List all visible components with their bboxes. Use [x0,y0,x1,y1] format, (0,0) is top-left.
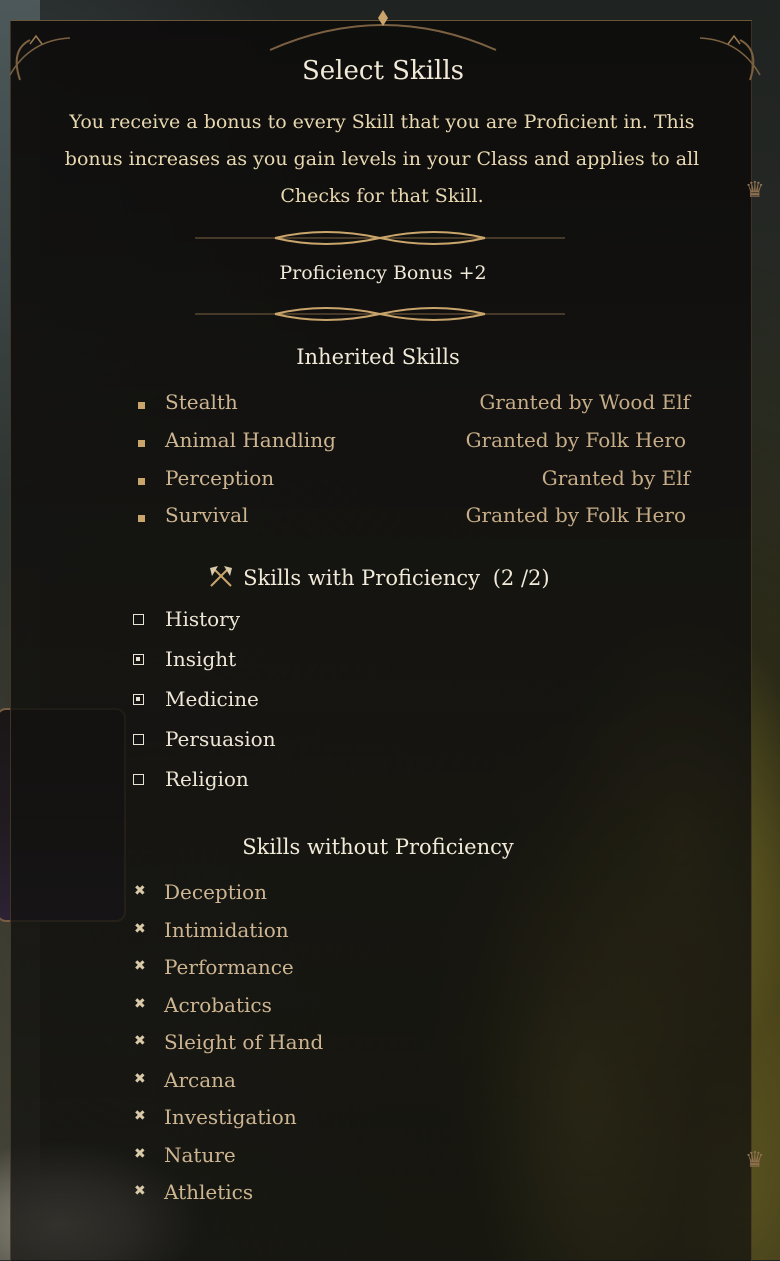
x-mark-icon: ✖ [134,996,146,1012]
proficient-skills-heading: Skills with Proficiency (2 /2) [0,564,756,590]
x-mark-icon: ✖ [134,958,146,974]
checkbox-empty-icon[interactable] [133,734,144,745]
x-mark-icon: ✖ [134,1033,146,1049]
inherited-skills-heading: Inherited Skills [296,345,460,369]
inherited-skill-row: Stealth Granted by Wood Elf [130,390,690,420]
x-mark-icon: ✖ [134,1183,146,1199]
x-mark-icon: ✖ [134,921,146,937]
skill-name: Stealth [165,390,238,414]
x-mark-icon: ✖ [134,1108,146,1124]
non-proficient-skill: ✖ Athletics [130,1180,690,1210]
skill-name: Investigation [164,1105,297,1129]
non-proficient-skill: ✖ Performance [130,955,690,985]
proficiency-bonus: Proficiency Bonus +2 [279,262,487,284]
proficient-count: (2 /2) [492,566,550,590]
inherited-skill-row: Animal Handling Granted by Folk Hero [130,428,690,458]
checkbox-checked-icon[interactable] [133,654,144,665]
skill-name: Performance [164,955,294,979]
non-proficient-skill: ✖ Investigation [130,1105,690,1135]
skill-source: Granted by Elf [541,466,690,490]
x-mark-icon: ✖ [134,1146,146,1162]
proficient-heading-text: Skills with Proficiency [243,566,481,590]
x-mark-icon: ✖ [134,883,146,899]
non-proficient-skills-heading: Skills without Proficiency [242,835,514,859]
skill-name: Insight [165,647,237,671]
checkbox-empty-icon[interactable] [133,614,144,625]
non-proficient-skill: ✖ Sleight of Hand [130,1030,690,1060]
bullet-icon [138,402,145,409]
proficiency-option[interactable]: Persuasion [130,727,690,757]
skill-name: Medicine [165,687,259,711]
skill-name: Nature [164,1143,236,1167]
x-mark-icon: ✖ [134,1071,146,1087]
skill-name: History [165,607,241,631]
non-proficient-skill: ✖ Arcana [130,1068,690,1098]
inherited-skill-row: Survival Granted by Folk Hero [130,503,690,533]
skill-name: Persuasion [165,727,276,751]
skill-name: Survival [165,503,249,527]
checkbox-empty-icon[interactable] [133,774,144,785]
bullet-icon [138,515,145,522]
bullet-icon [138,478,145,485]
skill-source: Granted by Wood Elf [479,390,690,414]
non-proficient-skill: ✖ Acrobatics [130,993,690,1023]
frame-gem-icon [378,10,388,26]
skill-name: Deception [164,880,268,904]
skill-name: Perception [165,466,275,490]
inherited-skill-row: Perception Granted by Elf [130,466,690,496]
non-proficient-skill: ✖ Intimidation [130,918,690,948]
crown-icon: ♛ [745,1148,765,1173]
proficiency-option[interactable]: Insight [130,647,690,677]
proficiency-option[interactable]: Medicine [130,687,690,717]
skill-name: Acrobatics [164,993,272,1017]
checkbox-checked-icon[interactable] [133,694,144,705]
skills-description: You receive a bonus to every Skill that … [64,111,700,207]
proficiency-option[interactable]: Religion [130,767,690,797]
skill-name: Sleight of Hand [164,1030,324,1054]
ornamental-divider-bottom [195,307,565,321]
page-title: Select Skills [301,56,465,86]
non-proficient-skill: ✖ Deception [130,880,690,910]
skill-name: Animal Handling [165,428,336,452]
skill-name: Arcana [164,1068,236,1092]
crown-icon: ♛ [745,178,765,203]
ornamental-divider-top [195,231,565,245]
skill-name: Athletics [164,1180,254,1204]
skill-source: Granted by Folk Hero [465,428,686,452]
crossed-axes-icon [210,566,233,587]
skill-name: Religion [165,767,249,791]
proficiency-option[interactable]: History [130,607,690,637]
skill-source: Granted by Folk Hero [465,503,686,527]
bullet-icon [138,440,145,447]
skill-name: Intimidation [164,918,289,942]
non-proficient-skill: ✖ Nature [130,1143,690,1173]
